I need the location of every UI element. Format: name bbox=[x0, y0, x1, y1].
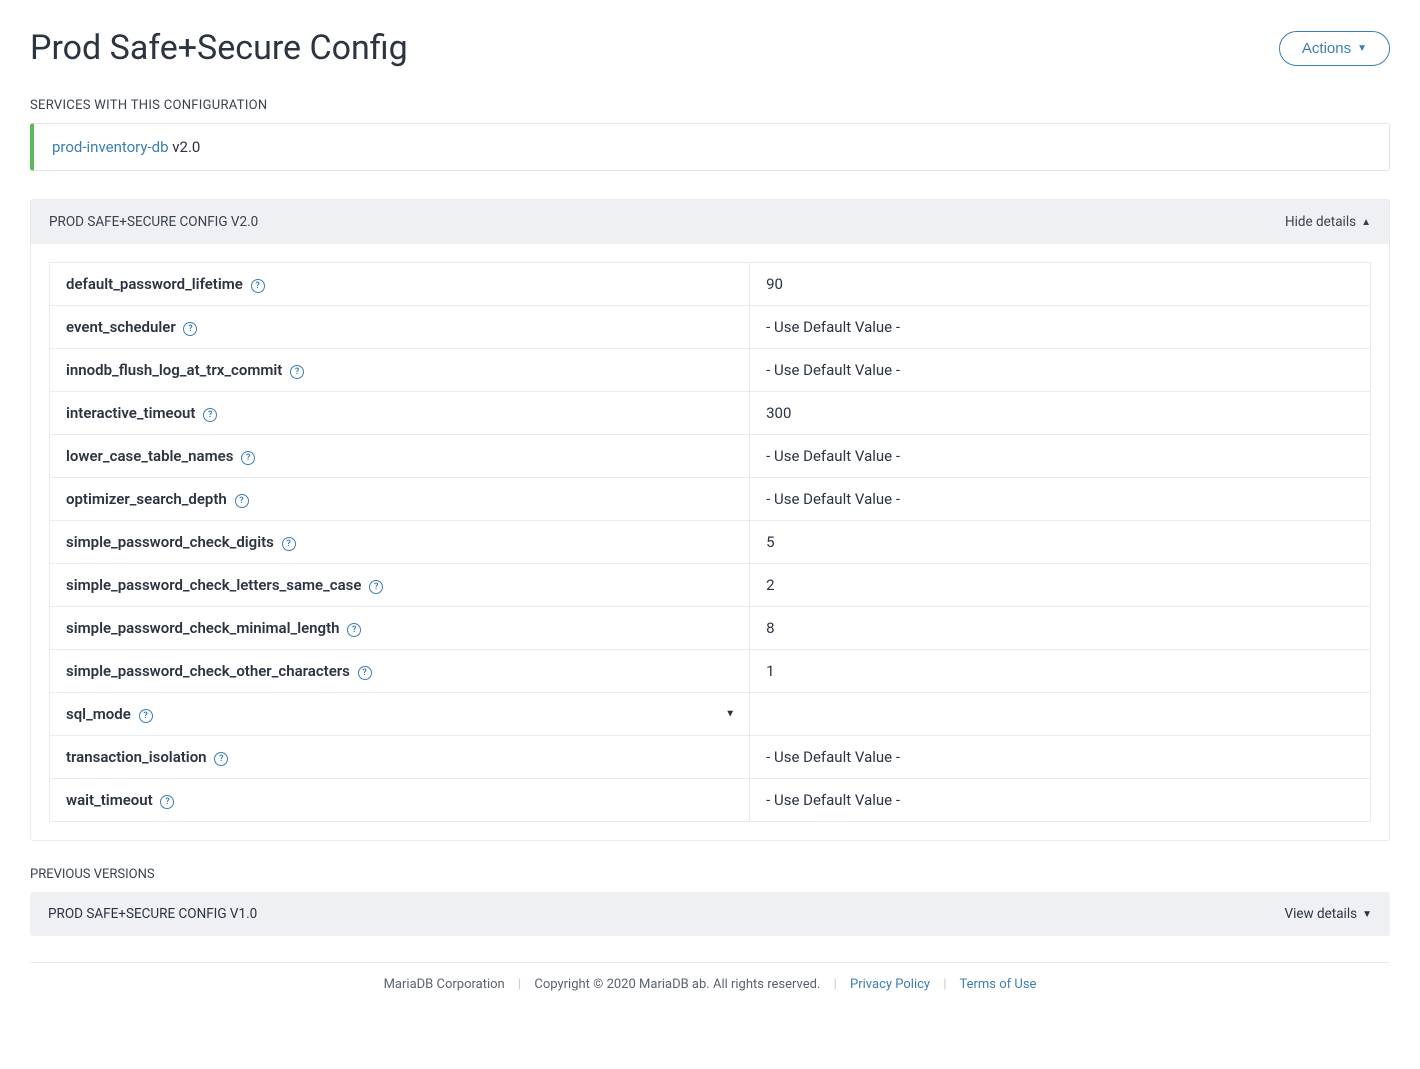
config-key: simple_password_check_digits bbox=[66, 533, 274, 551]
config-value-cell: 1 bbox=[750, 650, 1371, 693]
config-panel-title: PROD SAFE+SECURE CONFIG V2.0 bbox=[49, 214, 258, 230]
config-key-cell: simple_password_check_minimal_length ? bbox=[50, 607, 750, 650]
config-key-cell: simple_password_check_letters_same_case … bbox=[50, 564, 750, 607]
previous-version-title: PROD SAFE+SECURE CONFIG V1.0 bbox=[48, 906, 257, 922]
table-row: simple_password_check_minimal_length ?8 bbox=[50, 607, 1371, 650]
config-value-cell: 2 bbox=[750, 564, 1371, 607]
config-value-cell: 300 bbox=[750, 392, 1371, 435]
table-row: default_password_lifetime ?90 bbox=[50, 263, 1371, 306]
config-key-cell: innodb_flush_log_at_trx_commit ? bbox=[50, 349, 750, 392]
config-key: simple_password_check_minimal_length bbox=[66, 619, 340, 637]
actions-button[interactable]: Actions ▼ bbox=[1279, 31, 1390, 66]
caret-down-icon: ▼ bbox=[1357, 43, 1367, 54]
config-key: wait_timeout bbox=[66, 791, 153, 809]
service-card: prod-inventory-db v2.0 bbox=[30, 123, 1390, 171]
config-key: innodb_flush_log_at_trx_commit bbox=[66, 361, 282, 379]
help-icon[interactable]: ? bbox=[235, 494, 249, 508]
table-row: wait_timeout ?- Use Default Value - bbox=[50, 779, 1371, 822]
page-footer: MariaDB Corporation | Copyright © 2020 M… bbox=[30, 962, 1390, 992]
view-details-toggle[interactable]: View details ▼ bbox=[1284, 906, 1372, 922]
config-key: optimizer_search_depth bbox=[66, 490, 227, 508]
config-value-cell: - Use Default Value - bbox=[750, 736, 1371, 779]
actions-button-label: Actions bbox=[1302, 40, 1351, 57]
config-key: lower_case_table_names bbox=[66, 447, 233, 465]
config-key-cell: optimizer_search_depth ? bbox=[50, 478, 750, 521]
table-row: optimizer_search_depth ?- Use Default Va… bbox=[50, 478, 1371, 521]
config-key-cell: event_scheduler ? bbox=[50, 306, 750, 349]
config-key: default_password_lifetime bbox=[66, 275, 243, 293]
table-row: lower_case_table_names ?- Use Default Va… bbox=[50, 435, 1371, 478]
config-key: interactive_timeout bbox=[66, 404, 195, 422]
table-row: innodb_flush_log_at_trx_commit ?- Use De… bbox=[50, 349, 1371, 392]
help-icon[interactable]: ? bbox=[347, 623, 361, 637]
help-icon[interactable]: ? bbox=[282, 537, 296, 551]
config-value-cell bbox=[750, 693, 1371, 736]
footer-company: MariaDB Corporation bbox=[384, 977, 505, 992]
config-key-cell: default_password_lifetime ? bbox=[50, 263, 750, 306]
config-key-cell: wait_timeout ? bbox=[50, 779, 750, 822]
service-version-text: v2.0 bbox=[172, 138, 200, 156]
config-value-cell: 90 bbox=[750, 263, 1371, 306]
config-key-cell: sql_mode ? ▼ bbox=[50, 693, 750, 736]
view-details-label: View details bbox=[1284, 906, 1357, 922]
table-row: simple_password_check_digits ?5 bbox=[50, 521, 1371, 564]
help-icon[interactable]: ? bbox=[290, 365, 304, 379]
config-key: simple_password_check_letters_same_case bbox=[66, 576, 361, 594]
hide-details-label: Hide details bbox=[1285, 214, 1356, 230]
table-row: simple_password_check_other_characters ?… bbox=[50, 650, 1371, 693]
config-value-cell: 5 bbox=[750, 521, 1371, 564]
help-icon[interactable]: ? bbox=[139, 709, 153, 723]
config-panel: PROD SAFE+SECURE CONFIG V2.0 Hide detail… bbox=[30, 199, 1390, 841]
help-icon[interactable]: ? bbox=[251, 279, 265, 293]
config-key-cell: lower_case_table_names ? bbox=[50, 435, 750, 478]
help-icon[interactable]: ? bbox=[183, 322, 197, 336]
config-panel-header: PROD SAFE+SECURE CONFIG V2.0 Hide detail… bbox=[31, 200, 1389, 244]
table-row: sql_mode ? ▼ bbox=[50, 693, 1371, 736]
footer-copyright: Copyright © 2020 MariaDB ab. All rights … bbox=[534, 977, 820, 992]
help-icon[interactable]: ? bbox=[358, 666, 372, 680]
config-table: default_password_lifetime ?90event_sched… bbox=[49, 262, 1371, 822]
services-section-label: SERVICES WITH THIS CONFIGURATION bbox=[30, 98, 1390, 113]
config-key: transaction_isolation bbox=[66, 748, 207, 766]
previous-version-panel: PROD SAFE+SECURE CONFIG V1.0 View detail… bbox=[30, 892, 1390, 936]
help-icon[interactable]: ? bbox=[241, 451, 255, 465]
config-value-cell: - Use Default Value - bbox=[750, 478, 1371, 521]
table-row: event_scheduler ?- Use Default Value - bbox=[50, 306, 1371, 349]
previous-versions-label: PREVIOUS VERSIONS bbox=[30, 867, 1390, 882]
config-key: event_scheduler bbox=[66, 318, 176, 336]
config-value-cell: - Use Default Value - bbox=[750, 349, 1371, 392]
caret-up-icon: ▲ bbox=[1361, 217, 1371, 228]
hide-details-toggle[interactable]: Hide details ▲ bbox=[1285, 214, 1371, 230]
privacy-policy-link[interactable]: Privacy Policy bbox=[850, 977, 930, 992]
config-key-cell: simple_password_check_other_characters ? bbox=[50, 650, 750, 693]
config-value-cell: - Use Default Value - bbox=[750, 435, 1371, 478]
service-link[interactable]: prod-inventory-db bbox=[52, 138, 169, 156]
help-icon[interactable]: ? bbox=[203, 408, 217, 422]
config-panel-body: default_password_lifetime ?90event_sched… bbox=[31, 244, 1389, 840]
config-key: simple_password_check_other_characters bbox=[66, 662, 350, 680]
table-row: interactive_timeout ?300 bbox=[50, 392, 1371, 435]
config-value-cell: - Use Default Value - bbox=[750, 306, 1371, 349]
config-key: sql_mode bbox=[66, 705, 131, 723]
help-icon[interactable]: ? bbox=[214, 752, 228, 766]
table-row: transaction_isolation ?- Use Default Val… bbox=[50, 736, 1371, 779]
table-row: simple_password_check_letters_same_case … bbox=[50, 564, 1371, 607]
config-key-cell: transaction_isolation ? bbox=[50, 736, 750, 779]
config-key-cell: interactive_timeout ? bbox=[50, 392, 750, 435]
help-icon[interactable]: ? bbox=[369, 580, 383, 594]
help-icon[interactable]: ? bbox=[160, 795, 174, 809]
config-value-cell: - Use Default Value - bbox=[750, 779, 1371, 822]
caret-down-icon[interactable]: ▼ bbox=[725, 709, 735, 720]
page-title: Prod Safe+Secure Config bbox=[30, 28, 408, 68]
config-key-cell: simple_password_check_digits ? bbox=[50, 521, 750, 564]
terms-of-use-link[interactable]: Terms of Use bbox=[959, 977, 1036, 992]
config-value-cell: 8 bbox=[750, 607, 1371, 650]
caret-down-icon: ▼ bbox=[1362, 909, 1372, 920]
